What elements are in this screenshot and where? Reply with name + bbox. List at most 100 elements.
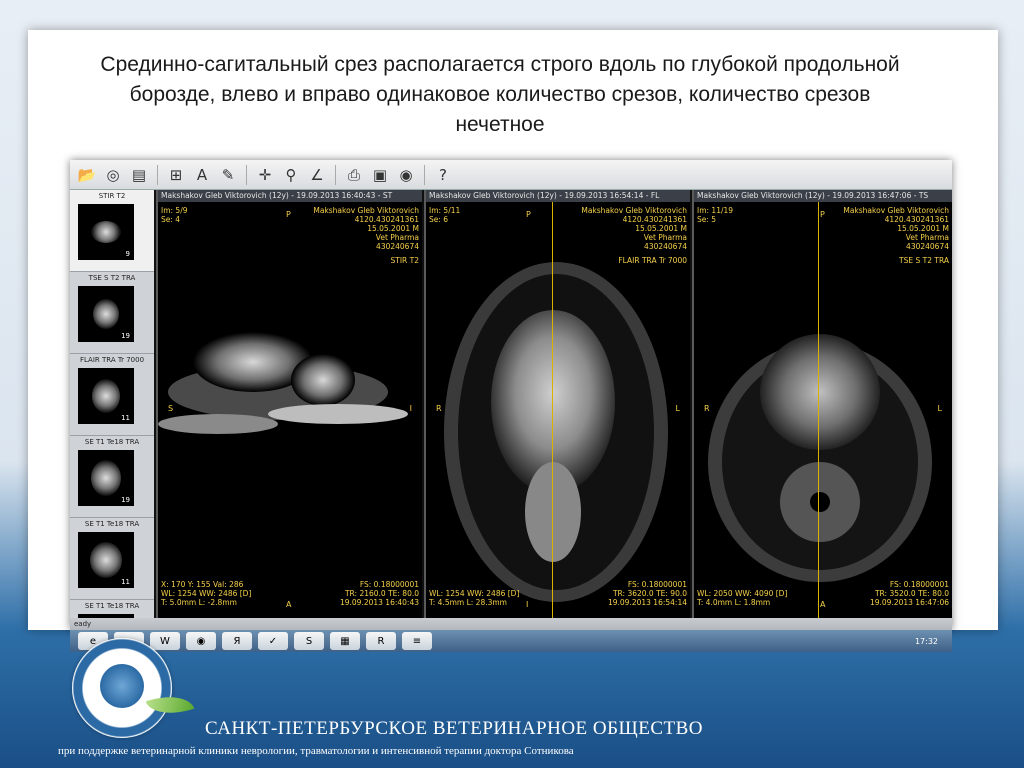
organization-subtitle: при поддержке ветеринарной клиники невро… [58, 745, 574, 757]
toolbar-divider [424, 164, 425, 185]
toolbar-divider [246, 164, 247, 185]
tr-te: TR: 2160.0 TE: 80.0 [344, 589, 419, 598]
thumbnail-label: SE T1 Te18 TRA [84, 602, 140, 610]
image-panel-sagittal[interactable]: Makshakov Gleb Viktorovich (12y) - 19.09… [156, 190, 422, 618]
taskbar-clock: 17:32 [914, 636, 938, 646]
windows-taskbar: e ▭ W ◉ Я ✓ S ▦ R ≡ 17:32 [70, 630, 952, 652]
thumbnail-count: 11 [121, 414, 130, 422]
thumbnail-count: 19 [121, 332, 130, 340]
orientation-right: I [409, 404, 412, 413]
mri-app-icon[interactable]: R [366, 632, 396, 650]
panel-header: Makshakov Gleb Viktorovich (12y) - 19.09… [158, 190, 422, 202]
study-code: 430240674 [906, 242, 949, 251]
acquisition-time: 19.09.2013 16:40:43 [339, 598, 419, 607]
viewer-toolbar: 📂 ◎ ▤ ⊞ A ✎ ✛ ⚲ ∠ ⎙ ▣ ◉ ? [70, 160, 952, 190]
series-thumbnail-list: STIR T2 9 TSE S T2 TRA 19 FLAIR TRA Tr 7… [70, 190, 154, 618]
society-logo [72, 638, 172, 738]
thumbnail-item[interactable]: TSE S T2 TRA 19 [70, 272, 154, 354]
thumbnail-label: SE T1 Te18 TRA [84, 438, 140, 446]
orientation-bottom: I [526, 600, 529, 609]
antivirus-icon[interactable]: ✓ [258, 632, 288, 650]
series-number: Se: 4 [161, 215, 181, 224]
toolbar-divider [335, 164, 336, 185]
cd-icon[interactable]: ◎ [102, 164, 124, 186]
open-icon[interactable]: 📂 [76, 164, 98, 186]
patient-id: 4120.430241361 [622, 215, 687, 224]
tools-icon[interactable]: ✎ [217, 164, 239, 186]
toolbar-divider [157, 164, 158, 185]
reference-line [818, 202, 819, 618]
study-code: 430240674 [644, 242, 687, 251]
panel-header: Makshakov Gleb Viktorovich (12y) - 19.09… [694, 190, 952, 202]
orientation-bottom: A [286, 600, 292, 609]
orientation-top: P [820, 210, 825, 219]
image-number: Im: 11/19 [697, 206, 734, 215]
panel-header: Makshakov Gleb Viktorovich (12y) - 19.09… [426, 190, 690, 202]
clinic-name: Vet Pharma [375, 233, 419, 242]
orientation-right: L [937, 404, 942, 413]
film-icon[interactable]: ▣ [369, 164, 391, 186]
patient-id: 4120.430241361 [354, 215, 419, 224]
title-line-2: борозде, влево и вправо одинаковое колич… [129, 83, 871, 106]
mri-sagittal-image [158, 332, 408, 434]
series-description: FLAIR TRA Tr 7000 [618, 256, 687, 265]
chrome-icon[interactable]: ◉ [186, 632, 216, 650]
patient-name: Makshakov Gleb Viktorovich [843, 206, 949, 215]
window-level: WL: 1254 WW: 2486 [D] [161, 589, 252, 598]
reference-line [552, 202, 553, 618]
study-code: 430240674 [376, 242, 419, 251]
thumbnail-item[interactable]: SE T1 Te18 TRA [70, 600, 154, 618]
orientation-top: P [526, 210, 531, 219]
orientation-top: P [286, 210, 291, 219]
patient-name: Makshakov Gleb Viktorovich [581, 206, 687, 215]
measure-icon[interactable]: ⚲ [280, 164, 302, 186]
slice-thickness: T: 4.0mm L: 1.8mm [697, 598, 771, 607]
window-level: WL: 2050 WW: 4090 [D] [697, 589, 788, 598]
text-icon[interactable]: A [191, 164, 213, 186]
image-panel-flair[interactable]: Makshakov Gleb Viktorovich (12y) - 19.09… [424, 190, 690, 618]
office-icon[interactable]: ▦ [330, 632, 360, 650]
word-icon[interactable]: W [150, 632, 180, 650]
thumbnail-item[interactable]: SE T1 Te18 TRA 19 [70, 436, 154, 518]
image-number: Im: 5/9 [161, 206, 188, 215]
thumbnail-count: 19 [121, 496, 130, 504]
cursor-readout: X: 170 Y: 155 Val: 286 [161, 580, 244, 589]
save-icon[interactable]: ▤ [128, 164, 150, 186]
image-panel-coronal[interactable]: Makshakov Gleb Viktorovich (12y) - 19.09… [692, 190, 952, 618]
help-icon[interactable]: ? [432, 164, 454, 186]
thumbnail-count: 11 [121, 578, 130, 586]
patient-id: 4120.430241361 [884, 215, 949, 224]
pan-icon[interactable]: ✛ [254, 164, 276, 186]
thumbnail-item[interactable]: FLAIR TRA Tr 7000 11 [70, 354, 154, 436]
thumbnail-item[interactable]: SE T1 Te18 TRA 11 [70, 518, 154, 600]
skype-icon[interactable]: S [294, 632, 324, 650]
document-icon[interactable]: ≡ [402, 632, 432, 650]
acquisition-time: 19.09.2013 16:54:14 [607, 598, 687, 607]
series-description: TSE S T2 TRA [899, 256, 949, 265]
print-icon[interactable]: ⎙ [343, 164, 365, 186]
angle-icon[interactable]: ∠ [306, 164, 328, 186]
slide-title: Срединно-сагитальный срез располагается … [40, 50, 960, 140]
orientation-bottom: A [820, 600, 826, 609]
thumbnail-item[interactable]: STIR T2 9 [70, 190, 154, 272]
patient-dob: 15.05.2001 M [367, 224, 419, 233]
slice-thickness: T: 5.0mm L: -2.8mm [161, 598, 237, 607]
yandex-icon[interactable]: Я [222, 632, 252, 650]
slice-thickness: T: 4.5mm L: 28.3mm [429, 598, 507, 607]
field-strength: FS: 0.18000001 [627, 580, 687, 589]
export-icon[interactable]: ◉ [395, 164, 417, 186]
orientation-left: R [436, 404, 442, 413]
thumbnail-label: TSE S T2 TRA [88, 274, 136, 282]
clinic-name: Vet Pharma [905, 233, 949, 242]
patient-dob: 15.05.2001 M [635, 224, 687, 233]
layout-icon[interactable]: ⊞ [165, 164, 187, 186]
series-number: Se: 5 [697, 215, 717, 224]
orientation-left: S [168, 404, 174, 413]
series-description: STIR T2 [390, 256, 419, 265]
status-bar: eady [70, 618, 952, 630]
title-line-1: Срединно-сагитальный срез располагается … [100, 53, 900, 76]
acquisition-time: 19.09.2013 16:47:06 [869, 598, 949, 607]
image-number: Im: 5/11 [429, 206, 461, 215]
tr-te: TR: 3520.0 TE: 80.0 [874, 589, 949, 598]
patient-name: Makshakov Gleb Viktorovich [313, 206, 419, 215]
